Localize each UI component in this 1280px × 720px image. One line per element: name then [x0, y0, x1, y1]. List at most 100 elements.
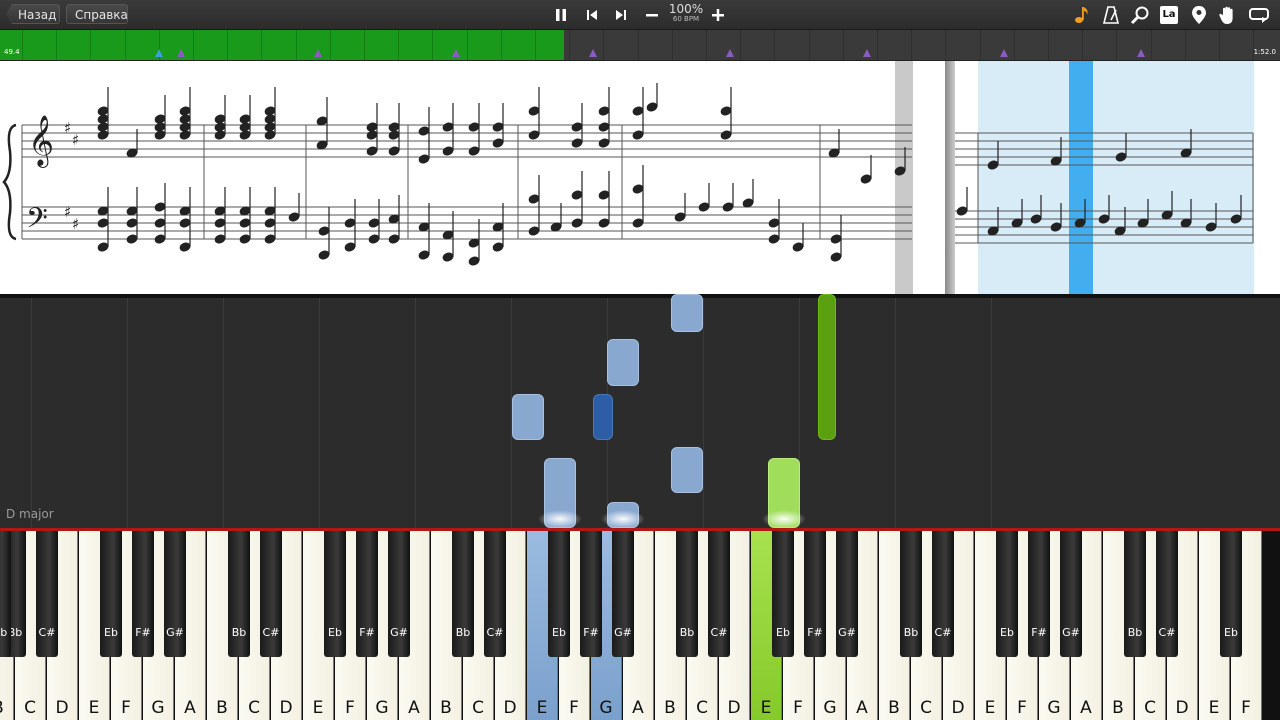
roll-gridline: [415, 298, 416, 528]
score-note-head: [239, 234, 251, 244]
score-note-head: [366, 146, 378, 156]
roll-gridline: [991, 298, 992, 528]
music-note-icon[interactable]: [1071, 4, 1093, 26]
timeline-marker[interactable]: [1137, 49, 1145, 57]
sheet-music-panel[interactable]: 𝄞 𝄢 ♯ ♯ ♯ ♯: [0, 61, 1280, 294]
piano-keyboard[interactable]: BCDEFGABCDEFGABCDEFGABCDEFGABCDEFGABCDEF…: [0, 528, 1280, 720]
pause-icon[interactable]: [551, 5, 571, 25]
black-key-label: G#: [390, 626, 408, 639]
next-icon[interactable]: [611, 5, 631, 25]
svg-text:♯: ♯: [72, 131, 79, 149]
timeline-marker[interactable]: [589, 49, 597, 57]
slower-minus-icon[interactable]: [642, 5, 662, 25]
black-key-label: Bb: [903, 626, 919, 639]
roll-gridline: [319, 298, 320, 528]
black-key[interactable]: C#: [484, 531, 506, 657]
black-key[interactable]: Bb: [900, 531, 922, 657]
score-note-head: [179, 218, 191, 228]
score-note-head: [492, 138, 504, 148]
score-note-head: [97, 218, 109, 228]
timeline-marker[interactable]: [726, 49, 734, 57]
timeline-scrubber[interactable]: 49.4 1:52.0: [0, 30, 1280, 61]
white-key-label: A: [408, 698, 420, 718]
black-key[interactable]: G#: [388, 531, 410, 657]
location-pin-icon[interactable]: [1188, 4, 1210, 26]
score-note-head: [388, 130, 400, 140]
black-key[interactable]: C#: [1156, 531, 1178, 657]
timeline-marker[interactable]: [314, 49, 322, 57]
black-key-label: Bb: [679, 626, 695, 639]
back-button[interactable]: Назад: [6, 4, 60, 24]
score-note-head: [632, 106, 644, 116]
svg-text:♯: ♯: [64, 119, 71, 137]
black-key[interactable]: F#: [132, 531, 154, 657]
black-key[interactable]: Eb: [324, 531, 346, 657]
black-key[interactable]: G#: [836, 531, 858, 657]
score-note-head: [418, 250, 430, 260]
timeline-tick: [1082, 30, 1084, 60]
score-note-head: [598, 190, 610, 200]
score-note-head: [442, 146, 454, 156]
score-note-head: [528, 194, 540, 204]
score-note-head: [318, 226, 330, 236]
magnifier-icon[interactable]: [1129, 4, 1151, 26]
help-button[interactable]: Справка: [66, 4, 128, 24]
black-key[interactable]: C#: [932, 531, 954, 657]
black-key[interactable]: Eb: [996, 531, 1018, 657]
previous-icon[interactable]: [582, 5, 602, 25]
black-key[interactable]: G#: [612, 531, 634, 657]
white-key-label: D: [279, 698, 293, 718]
white-key-label: F: [1017, 698, 1027, 718]
black-key[interactable]: Bb: [228, 531, 250, 657]
black-key[interactable]: C#: [708, 531, 730, 657]
black-key[interactable]: F#: [356, 531, 378, 657]
white-key-label: F: [793, 698, 803, 718]
white-key-label: E: [312, 698, 324, 718]
black-key-label: G#: [838, 626, 856, 639]
timeline-tick: [808, 30, 810, 60]
score-note-head: [598, 122, 610, 132]
faster-plus-icon[interactable]: [708, 5, 728, 25]
timeline-marker[interactable]: [863, 49, 871, 57]
black-key[interactable]: C#: [260, 531, 282, 657]
black-key-label: Bb: [0, 626, 8, 639]
loop-icon[interactable]: [1248, 4, 1270, 26]
timeline-tick: [911, 30, 913, 60]
timeline-tick: [1116, 30, 1118, 60]
black-key[interactable]: Bb: [0, 531, 11, 657]
score-note-head: [632, 130, 644, 140]
black-key[interactable]: F#: [1028, 531, 1050, 657]
black-key[interactable]: Eb: [548, 531, 570, 657]
timeline-marker[interactable]: [177, 49, 185, 57]
metronome-icon[interactable]: [1100, 4, 1122, 26]
score-note-head: [288, 212, 300, 222]
black-key[interactable]: Bb: [1124, 531, 1146, 657]
black-key[interactable]: Bb: [452, 531, 474, 657]
black-key[interactable]: G#: [164, 531, 186, 657]
timeline-marker[interactable]: [1000, 49, 1008, 57]
timeline-tick: [500, 30, 502, 60]
white-key-label: B: [664, 698, 676, 718]
black-key[interactable]: F#: [804, 531, 826, 657]
white-key-label: B: [216, 698, 228, 718]
timeline-marker[interactable]: [452, 49, 460, 57]
black-key[interactable]: Eb: [1220, 531, 1242, 657]
timeline-tick: [569, 30, 571, 60]
hand-icon[interactable]: [1217, 4, 1239, 26]
black-key[interactable]: F#: [580, 531, 602, 657]
score-note-head: [264, 130, 276, 140]
black-key-label: C#: [934, 626, 952, 639]
score-note-head: [830, 252, 842, 262]
black-key[interactable]: Bb: [676, 531, 698, 657]
black-key[interactable]: Eb: [772, 531, 794, 657]
score-note-head: [418, 126, 430, 136]
black-key[interactable]: G#: [1060, 531, 1082, 657]
timeline-marker[interactable]: [155, 49, 163, 57]
black-key[interactable]: Eb: [100, 531, 122, 657]
white-key-label: B: [1112, 698, 1124, 718]
white-key-label: G: [1047, 698, 1061, 718]
white-key-label: F: [345, 698, 355, 718]
score-note-head: [468, 122, 480, 132]
black-key[interactable]: C#: [36, 531, 58, 657]
note-label-icon[interactable]: La: [1158, 4, 1180, 26]
